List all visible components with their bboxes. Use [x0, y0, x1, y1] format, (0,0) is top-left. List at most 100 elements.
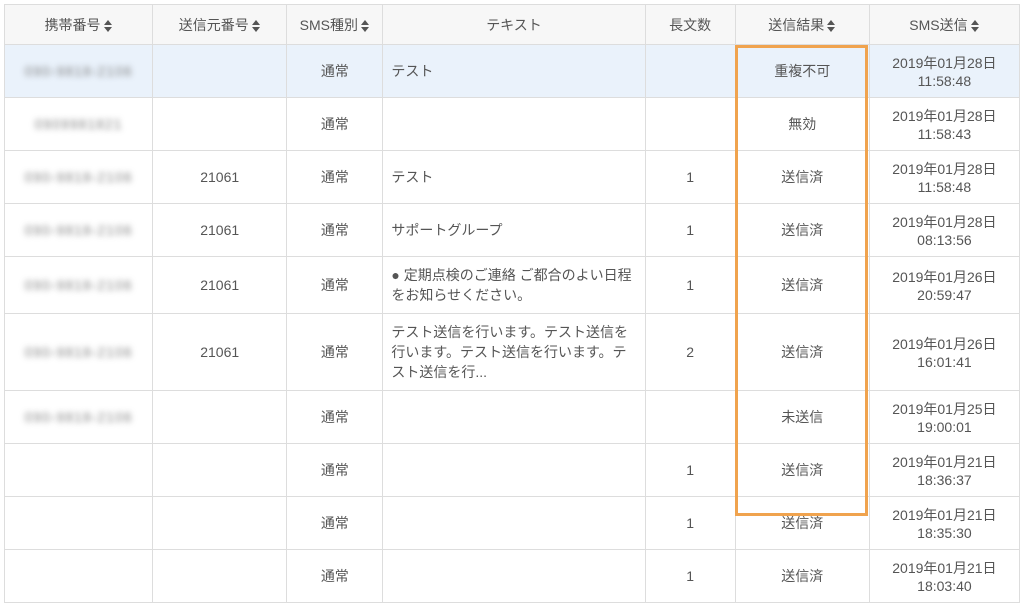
table-row[interactable]: 通常 1 送信済 2019年01月21日 18:03:40 [5, 550, 1020, 603]
cell-kind-value: 通常 [321, 515, 349, 531]
cell-kind-value: 通常 [321, 277, 349, 293]
cell-text: テスト [383, 45, 645, 98]
cell-result: 送信済 [735, 257, 869, 314]
cell-result: 送信済 [735, 444, 869, 497]
cell-longcnt-value: 1 [686, 277, 694, 293]
cell-sender [153, 98, 287, 151]
cell-phone-value: 0909981821 [35, 116, 123, 132]
cell-text: ● 定期点検のご連絡 ご都合のよい日程をお知らせください。 [383, 257, 645, 314]
cell-sender [153, 550, 287, 603]
cell-longcnt: 1 [645, 550, 735, 603]
cell-phone-value: 090-9818-2106 [25, 344, 133, 360]
cell-sender [153, 45, 287, 98]
cell-phone: 090-9818-2106 [5, 45, 153, 98]
cell-sender: 21061 [153, 151, 287, 204]
table-header-row: 携帯番号送信元番号SMS種別テキスト長文数送信結果SMS送信 [5, 5, 1020, 45]
cell-result: 未送信 [735, 391, 869, 444]
cell-phone-value: 090-9818-2106 [25, 222, 133, 238]
col-header-sent[interactable]: SMS送信 [869, 5, 1019, 45]
cell-sent-value: 2019年01月26日 20:59:47 [892, 269, 996, 303]
cell-phone-value: 090-9818-2106 [25, 63, 133, 79]
cell-sent-value: 2019年01月21日 18:35:30 [892, 507, 996, 541]
cell-longcnt-value: 1 [686, 568, 694, 584]
cell-result: 送信済 [735, 204, 869, 257]
cell-kind-value: 通常 [321, 462, 349, 478]
cell-result: 送信済 [735, 314, 869, 391]
cell-longcnt [645, 98, 735, 151]
cell-text-value: テスト [391, 63, 433, 79]
cell-result: 送信済 [735, 550, 869, 603]
cell-sent-value: 2019年01月28日 11:58:43 [892, 108, 996, 142]
col-header-sender[interactable]: 送信元番号 [153, 5, 287, 45]
cell-sent-value: 2019年01月26日 16:01:41 [892, 336, 996, 370]
sort-icon [360, 20, 370, 32]
cell-longcnt-value: 1 [686, 515, 694, 531]
cell-sent: 2019年01月25日 19:00:01 [869, 391, 1019, 444]
cell-sent: 2019年01月21日 18:36:37 [869, 444, 1019, 497]
cell-kind-value: 通常 [321, 222, 349, 238]
cell-text: サポートグループ [383, 204, 645, 257]
sort-icon [103, 20, 113, 32]
cell-phone: 090-9818-2106 [5, 151, 153, 204]
cell-sent-value: 2019年01月28日 11:58:48 [892, 55, 996, 89]
cell-text: テスト送信を行います。テスト送信を行います。テスト送信を行います。テスト送信を行… [383, 314, 645, 391]
cell-result-value: 送信済 [781, 462, 823, 478]
table-row[interactable]: 090-9818-210621061通常テスト1送信済2019年01月28日 1… [5, 151, 1020, 204]
cell-sender-value: 21061 [200, 344, 239, 360]
cell-sent: 2019年01月21日 18:03:40 [869, 550, 1019, 603]
table-row[interactable]: 090-9818-210621061通常テスト送信を行います。テスト送信を行いま… [5, 314, 1020, 391]
cell-result-value: 送信済 [781, 169, 823, 185]
cell-text-value: サポートグループ [391, 222, 502, 238]
cell-sender-value: 21061 [200, 277, 239, 293]
col-header-result[interactable]: 送信結果 [735, 5, 869, 45]
cell-text [383, 497, 645, 550]
cell-longcnt [645, 45, 735, 98]
cell-kind: 通常 [287, 391, 383, 444]
cell-sender: 21061 [153, 314, 287, 391]
table-row[interactable]: 通常 1 送信済 2019年01月21日 18:35:30 [5, 497, 1020, 550]
cell-result-value: 重複不可 [774, 63, 830, 79]
cell-kind: 通常 [287, 204, 383, 257]
cell-kind-value: 通常 [321, 568, 349, 584]
cell-result: 無効 [735, 98, 869, 151]
cell-longcnt: 2 [645, 314, 735, 391]
cell-sent-value: 2019年01月25日 19:00:01 [892, 401, 996, 435]
table-row[interactable]: 090-9818-2106 21061 通常 ● 定期点検のご連絡 ご都合のよい日程を… [5, 257, 1020, 314]
cell-kind-value: 通常 [321, 63, 349, 79]
sort-icon [251, 20, 261, 32]
cell-phone-value: 090-9818-2106 [25, 277, 133, 293]
cell-sent: 2019年01月28日 11:58:43 [869, 98, 1019, 151]
cell-phone [5, 497, 153, 550]
cell-sent: 2019年01月21日 18:35:30 [869, 497, 1019, 550]
table-row[interactable]: 090-9818-2106 通常 テスト 重複不可 2019年01月28日 11:58:… [5, 45, 1020, 98]
sms-log-table: 携帯番号送信元番号SMS種別テキスト長文数送信結果SMS送信 090-9818-… [4, 4, 1020, 603]
cell-longcnt: 1 [645, 497, 735, 550]
cell-text [383, 98, 645, 151]
table-row[interactable]: 通常1送信済2019年01月21日 18:36:37 [5, 444, 1020, 497]
cell-text [383, 391, 645, 444]
cell-sent-value: 2019年01月28日 11:58:48 [892, 161, 996, 195]
cell-phone: 090-9818-2106 [5, 314, 153, 391]
cell-longcnt-value: 1 [686, 169, 694, 185]
col-header-phone[interactable]: 携帯番号 [5, 5, 153, 45]
cell-phone: 0909981821 [5, 98, 153, 151]
table-row[interactable]: 0909981821 通常 無効 2019年01月28日 11:58:43 [5, 98, 1020, 151]
col-header-kind[interactable]: SMS種別 [287, 5, 383, 45]
table-row[interactable]: 090-9818-2106通常未送信2019年01月25日 19:00:01 [5, 391, 1020, 444]
cell-sender: 21061 [153, 204, 287, 257]
col-header-label: 携帯番号 [45, 17, 101, 33]
cell-sent: 2019年01月26日 20:59:47 [869, 257, 1019, 314]
table-row[interactable]: 090-9818-210621061通常サポートグループ1送信済2019年01月… [5, 204, 1020, 257]
cell-text [383, 550, 645, 603]
cell-sent-value: 2019年01月21日 18:03:40 [892, 560, 996, 594]
cell-longcnt: 1 [645, 204, 735, 257]
cell-sender-value: 21061 [200, 169, 239, 185]
cell-longcnt-value: 2 [686, 344, 694, 360]
cell-kind: 通常 [287, 550, 383, 603]
cell-result: 送信済 [735, 497, 869, 550]
cell-kind: 通常 [287, 497, 383, 550]
cell-sent-value: 2019年01月21日 18:36:37 [892, 454, 996, 488]
cell-phone: 090-9818-2106 [5, 257, 153, 314]
sort-icon [826, 20, 836, 32]
cell-kind-value: 通常 [321, 116, 349, 132]
